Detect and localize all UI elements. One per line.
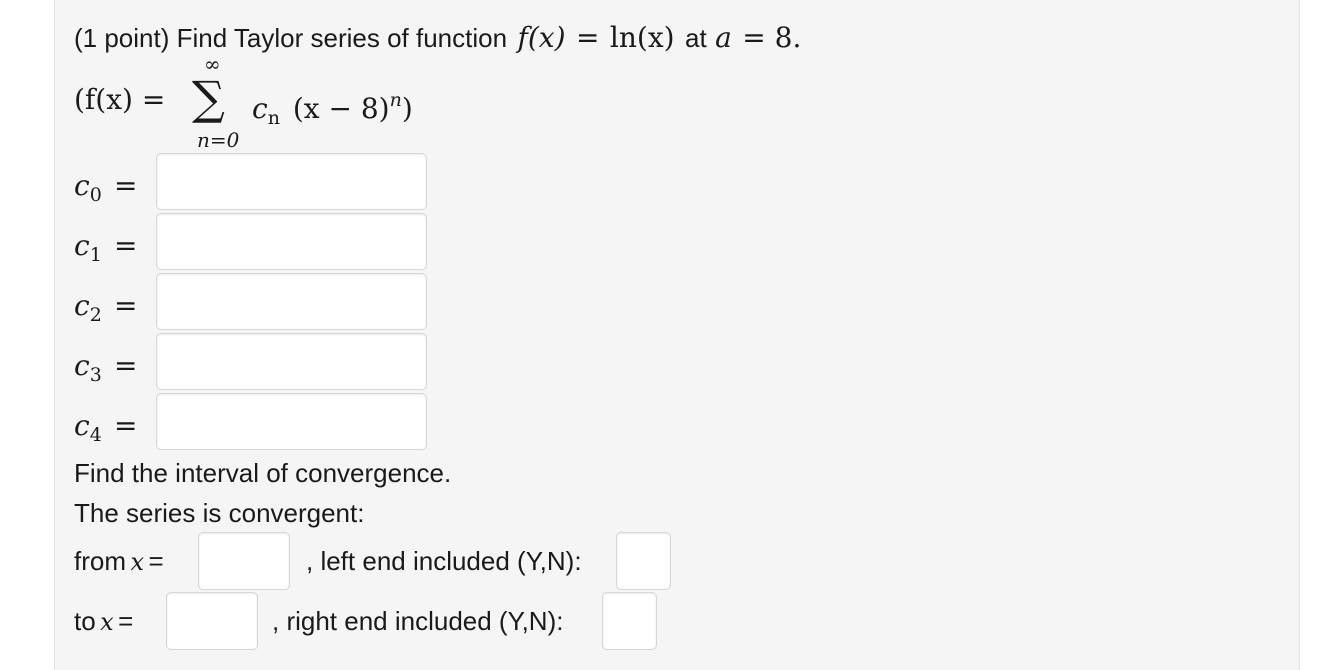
coefficient-input-frame: [156, 213, 427, 270]
convergent-text: The series is convergent:: [74, 498, 365, 528]
from-input-frame: [198, 532, 290, 590]
equals-sign: =: [575, 21, 600, 54]
equals-sign: =: [114, 289, 138, 322]
problem-statement: (1 point) Find Taylor series of function…: [74, 20, 801, 56]
equals-sign: =: [114, 349, 138, 382]
coefficient-input-frame: [156, 273, 427, 330]
c1-input[interactable]: [157, 214, 426, 269]
sum-lower-limit: n=0: [197, 128, 240, 152]
equals-sign: =: [114, 169, 138, 202]
a-variable: a: [715, 21, 732, 54]
function-expr: f(x): [517, 21, 566, 54]
c0-input[interactable]: [157, 154, 426, 209]
equals-sign: =: [114, 409, 138, 442]
a-value: = 8.: [742, 21, 802, 54]
left-end-included-label: , left end included (Y,N):: [306, 546, 582, 576]
to-x-input[interactable]: [167, 593, 257, 649]
to-label: to x =: [74, 606, 134, 636]
term-exponent: n: [389, 89, 402, 111]
c2-input[interactable]: [157, 274, 426, 329]
c3-input[interactable]: [157, 334, 426, 389]
coefficient-label: c0: [74, 169, 102, 206]
term-coefficient-sub: n: [267, 107, 280, 129]
formula-open: (f(x) =: [74, 83, 166, 116]
to-input-frame: [166, 592, 258, 650]
coefficient-label: c3: [74, 349, 102, 386]
right-end-included-label: , right end included (Y,N):: [272, 606, 564, 636]
coefficient-label: c1: [74, 229, 102, 266]
right-end-included-input[interactable]: [603, 593, 656, 649]
coefficient-label: c2: [74, 289, 102, 326]
from-label: from x =: [74, 546, 164, 576]
problem-prefix: (1 point) Find Taylor series of function: [74, 23, 508, 53]
coefficient-input-frame: [156, 333, 427, 390]
ln-expr: ln(x): [609, 21, 675, 54]
c4-input[interactable]: [157, 394, 426, 449]
sum-symbol: ∑: [192, 71, 225, 125]
coefficient-input-frame: [156, 153, 427, 210]
interval-heading: Find the interval of convergence.: [74, 458, 452, 488]
at-word: at: [685, 23, 707, 53]
from-x-input[interactable]: [199, 533, 289, 589]
term-paren: (x − 8): [292, 92, 390, 125]
left-end-included-input[interactable]: [617, 533, 670, 589]
formula-close: ): [401, 92, 413, 125]
coefficient-label: c4: [74, 409, 102, 446]
left-end-input-frame: [616, 532, 671, 590]
equals-sign: =: [114, 229, 138, 262]
coefficient-input-frame: [156, 393, 427, 450]
right-end-input-frame: [602, 592, 657, 650]
series-term: cn (x − 8)n): [252, 80, 413, 138]
term-coefficient: c: [252, 92, 268, 125]
